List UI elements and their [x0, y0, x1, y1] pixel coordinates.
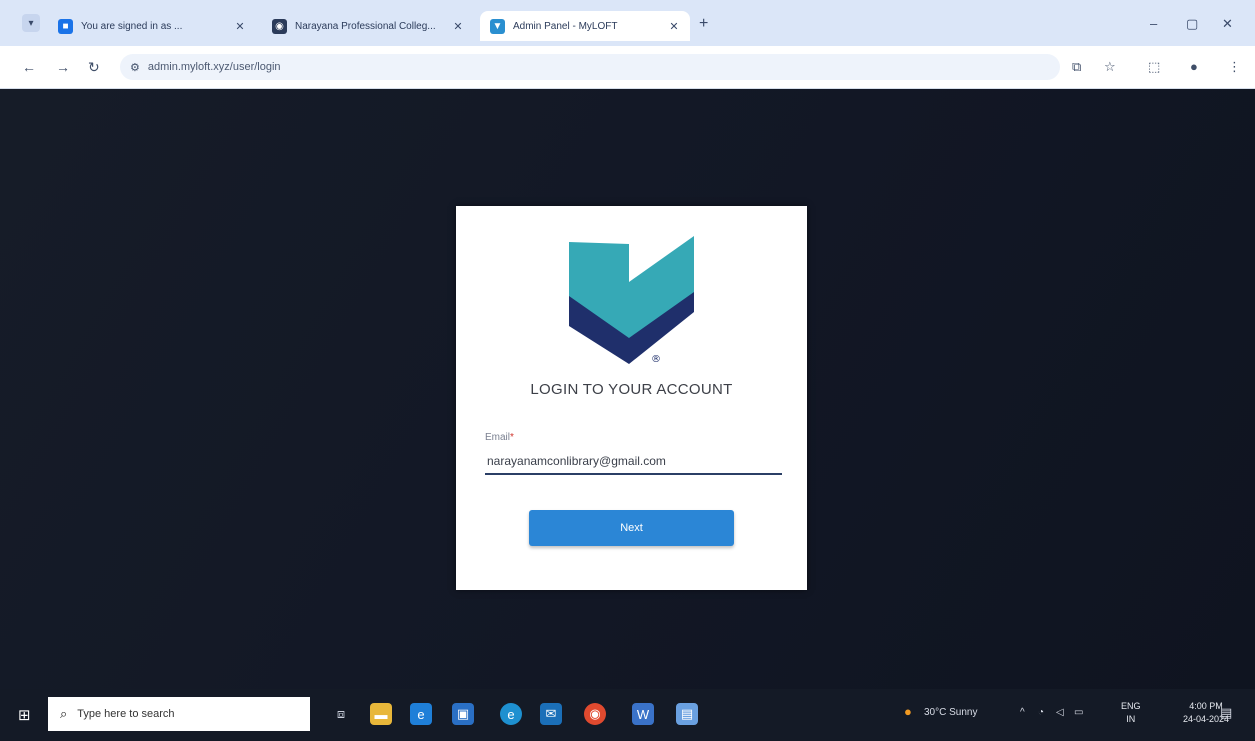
task-view-icon[interactable]: ⧈: [330, 703, 352, 725]
login-title: LOGIN TO YOUR ACCOUNT: [530, 381, 733, 398]
next-button[interactable]: Next: [529, 510, 734, 546]
weather-text[interactable]: 30°C Sunny: [924, 707, 977, 718]
globe-icon: ◉: [272, 18, 287, 34]
app-icon: ■: [58, 18, 73, 34]
notifications-icon[interactable]: ▤: [1220, 705, 1232, 721]
site-info-icon[interactable]: ⚙: [130, 61, 140, 74]
login-page-background: ® LOGIN TO YOUR ACCOUNT Email* Next: [0, 89, 1255, 689]
search-placeholder: Type here to search: [77, 708, 175, 720]
tray-chevron-icon[interactable]: ^: [1020, 707, 1025, 718]
tab-signed-in[interactable]: ■ You are signed in as ... ✕: [48, 11, 256, 41]
windows-taskbar: ⊞ ⌕ Type here to search ⧈ ▬ e ▣ e ✉ ◉ W …: [0, 689, 1255, 741]
minimize-button[interactable]: –: [1150, 16, 1157, 31]
close-icon[interactable]: ✕: [232, 20, 248, 33]
menu-kebab-icon[interactable]: ⋮: [1228, 59, 1241, 75]
chrome-icon[interactable]: ◉: [584, 703, 606, 725]
maximize-button[interactable]: ▢: [1186, 16, 1198, 32]
tab-label: Narayana Professional Colleg...: [295, 20, 436, 32]
svg-text:®: ®: [651, 354, 661, 364]
search-icon: ⌕: [60, 706, 68, 721]
new-tab-button[interactable]: +: [699, 15, 708, 33]
login-card: ® LOGIN TO YOUR ACCOUNT Email* Next: [456, 206, 807, 590]
taskbar-search-box[interactable]: ⌕ Type here to search: [48, 697, 310, 731]
translate-icon[interactable]: ⧉: [1072, 59, 1081, 75]
required-mark: *: [510, 432, 514, 443]
edge-icon[interactable]: e: [500, 703, 522, 725]
tab-label: Admin Panel - MyLOFT: [513, 20, 618, 32]
language-sub-text: IN: [1126, 714, 1136, 724]
mail-icon[interactable]: ✉: [540, 703, 562, 725]
windows-start-icon[interactable]: ⊞: [18, 706, 31, 724]
store-icon[interactable]: ▣: [452, 703, 474, 725]
profile-icon[interactable]: ●: [1190, 59, 1198, 74]
file-explorer-icon[interactable]: ▬: [370, 703, 392, 725]
email-label: Email*: [485, 432, 514, 443]
network-icon[interactable]: ◔: [1038, 707, 1044, 718]
tab-narayana[interactable]: ◉ Narayana Professional Colleg... ✕: [262, 11, 474, 41]
browser-tab-strip: ▾ ■ You are signed in as ... ✕ ◉ Narayan…: [0, 0, 1255, 46]
extensions-icon[interactable]: ⬚: [1148, 59, 1160, 75]
document-icon[interactable]: ▤: [676, 703, 698, 725]
close-icon[interactable]: ✕: [666, 20, 682, 33]
url-text[interactable]: admin.myloft.xyz/user/login: [148, 61, 281, 73]
language-text: ENG: [1121, 701, 1141, 711]
edge-legacy-icon[interactable]: e: [410, 703, 432, 725]
bookmark-star-icon[interactable]: ☆: [1104, 59, 1116, 75]
close-window-button[interactable]: ✕: [1222, 16, 1233, 32]
address-bar[interactable]: ⚙ admin.myloft.xyz/user/login: [120, 54, 1060, 80]
browser-toolbar: ← → ↻ ⚙ admin.myloft.xyz/user/login ⧉ ☆ …: [0, 46, 1255, 89]
volume-icon[interactable]: ◁: [1056, 707, 1064, 718]
tab-search-icon[interactable]: ▾: [22, 14, 40, 32]
word-icon[interactable]: W: [632, 703, 654, 725]
forward-icon[interactable]: →: [56, 59, 70, 75]
email-field[interactable]: [485, 449, 782, 475]
language-indicator[interactable]: ENG IN: [1121, 700, 1141, 726]
myloft-icon: ▼: [490, 18, 505, 34]
tab-admin-panel[interactable]: ▼ Admin Panel - MyLOFT ✕: [480, 11, 690, 41]
email-label-text: Email: [485, 432, 511, 443]
myloft-logo: ®: [569, 236, 694, 364]
back-icon[interactable]: ←: [22, 59, 36, 75]
keyboard-icon[interactable]: ▭: [1074, 707, 1083, 718]
reload-icon[interactable]: ↻: [88, 59, 100, 76]
tab-label: You are signed in as ...: [81, 20, 183, 32]
weather-sun-icon: ●: [904, 704, 912, 719]
close-icon[interactable]: ✕: [450, 20, 466, 33]
